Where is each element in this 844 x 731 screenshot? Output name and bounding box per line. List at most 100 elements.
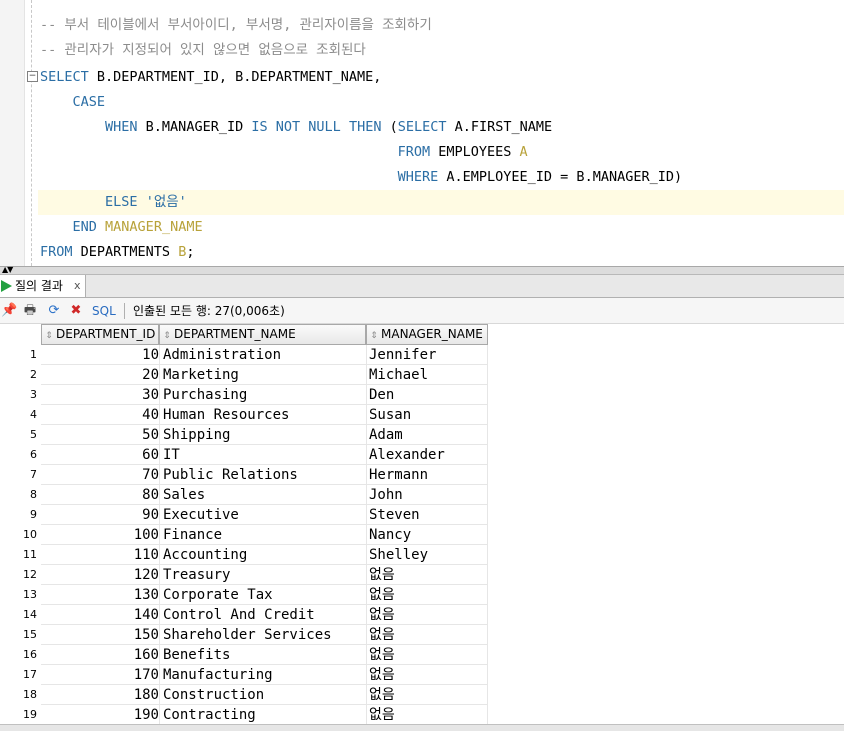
- keyword: FROM: [40, 244, 73, 260]
- cell-department-name[interactable]: Corporate Tax: [159, 585, 366, 605]
- collapse-arrows-icon[interactable]: ▲▼: [2, 265, 13, 274]
- cell-department-name[interactable]: Marketing: [159, 365, 366, 385]
- table-row[interactable]: 4 40 Human Resources Susan: [0, 405, 488, 425]
- delete-icon[interactable]: ✖: [68, 303, 84, 319]
- cell-manager-name[interactable]: Susan: [366, 405, 488, 425]
- cell-department-name[interactable]: Manufacturing: [159, 665, 366, 685]
- cell-department-name[interactable]: Shareholder Services: [159, 625, 366, 645]
- cell-manager-name[interactable]: Nancy: [366, 525, 488, 545]
- cell-department-name[interactable]: Public Relations: [159, 465, 366, 485]
- table-row[interactable]: 5 50 Shipping Adam: [0, 425, 488, 445]
- cell-department-name[interactable]: Control And Credit: [159, 605, 366, 625]
- cell-department-id[interactable]: 90: [41, 505, 159, 525]
- table-row[interactable]: 13 130 Corporate Tax 없음: [0, 585, 488, 605]
- table-row[interactable]: 15 150 Shareholder Services 없음: [0, 625, 488, 645]
- cell-department-id[interactable]: 130: [41, 585, 159, 605]
- cell-department-name[interactable]: IT: [159, 445, 366, 465]
- column-header-manager-name[interactable]: ⇕ MANAGER_NAME: [366, 324, 488, 345]
- column-header-label: DEPARTMENT_NAME: [174, 327, 296, 341]
- print-icon[interactable]: 🖶: [22, 303, 38, 319]
- cell-manager-name[interactable]: 없음: [366, 565, 488, 585]
- sort-icon[interactable]: ⇕: [369, 327, 379, 344]
- cell-manager-name[interactable]: 없음: [366, 625, 488, 645]
- close-tab-icon[interactable]: x: [74, 275, 81, 297]
- cell-manager-name[interactable]: 없음: [366, 705, 488, 724]
- cell-department-name[interactable]: Contracting: [159, 705, 366, 724]
- cell-department-id[interactable]: 180: [41, 685, 159, 705]
- cell-department-id[interactable]: 110: [41, 545, 159, 565]
- cell-department-id[interactable]: 160: [41, 645, 159, 665]
- sort-icon[interactable]: ⇕: [44, 327, 54, 344]
- fetch-status: 인출된 모든 행: 27(0,006초): [133, 304, 285, 318]
- column-header-department-id[interactable]: ⇕ DEPARTMENT_ID: [41, 324, 159, 345]
- cell-department-id[interactable]: 120: [41, 565, 159, 585]
- tab-query-result[interactable]: 질의 결과 x: [0, 275, 86, 297]
- pin-icon[interactable]: 📌: [1, 303, 17, 319]
- table-row[interactable]: 16 160 Benefits 없음: [0, 645, 488, 665]
- cell-manager-name[interactable]: 없음: [366, 685, 488, 705]
- cell-department-id[interactable]: 100: [41, 525, 159, 545]
- cell-department-id[interactable]: 190: [41, 705, 159, 724]
- cell-department-id[interactable]: 20: [41, 365, 159, 385]
- cell-department-id[interactable]: 40: [41, 405, 159, 425]
- cell-manager-name[interactable]: Steven: [366, 505, 488, 525]
- cell-department-id[interactable]: 150: [41, 625, 159, 645]
- cell-manager-name[interactable]: Adam: [366, 425, 488, 445]
- table-row[interactable]: 12 120 Treasury 없음: [0, 565, 488, 585]
- cell-department-name[interactable]: Shipping: [159, 425, 366, 445]
- cell-manager-name[interactable]: Michael: [366, 365, 488, 385]
- cell-department-id[interactable]: 60: [41, 445, 159, 465]
- sql-editor[interactable]: − -- 부서 테이블에서 부서아이디, 부서명, 관리자이름을 조회하기 --…: [0, 0, 844, 266]
- cell-department-id[interactable]: 80: [41, 485, 159, 505]
- refresh-icon[interactable]: ⟳: [46, 303, 62, 319]
- table-row[interactable]: 8 80 Sales John: [0, 485, 488, 505]
- code-line-4: CASE: [40, 90, 106, 115]
- cell-department-name[interactable]: Treasury: [159, 565, 366, 585]
- cell-manager-name[interactable]: John: [366, 485, 488, 505]
- table-row[interactable]: 1 10 Administration Jennifer: [0, 345, 488, 365]
- column-header-department-name[interactable]: ⇕ DEPARTMENT_NAME: [159, 324, 366, 345]
- panel-splitter[interactable]: ▲▼: [0, 265, 844, 275]
- results-grid[interactable]: ⇕ DEPARTMENT_ID ⇕ DEPARTMENT_NAME ⇕ MANAGER…: [0, 324, 844, 724]
- table-row[interactable]: 2 20 Marketing Michael: [0, 365, 488, 385]
- table-row[interactable]: 3 30 Purchasing Den: [0, 385, 488, 405]
- table-row[interactable]: 17 170 Manufacturing 없음: [0, 665, 488, 685]
- fold-collapse-icon[interactable]: −: [27, 71, 38, 82]
- cell-department-name[interactable]: Administration: [159, 345, 366, 365]
- cell-department-id[interactable]: 140: [41, 605, 159, 625]
- cell-manager-name[interactable]: Hermann: [366, 465, 488, 485]
- cell-manager-name[interactable]: 없음: [366, 605, 488, 625]
- cell-department-id[interactable]: 50: [41, 425, 159, 445]
- table-row[interactable]: 19 190 Contracting 없음: [0, 705, 488, 724]
- cell-department-name[interactable]: Construction: [159, 685, 366, 705]
- cell-department-name[interactable]: Benefits: [159, 645, 366, 665]
- cell-manager-name[interactable]: 없음: [366, 645, 488, 665]
- horizontal-scrollbar[interactable]: [0, 724, 844, 731]
- table-row[interactable]: 14 140 Control And Credit 없음: [0, 605, 488, 625]
- cell-manager-name[interactable]: Den: [366, 385, 488, 405]
- table-row[interactable]: 9 90 Executive Steven: [0, 505, 488, 525]
- sort-icon[interactable]: ⇕: [162, 327, 172, 344]
- cell-department-name[interactable]: Accounting: [159, 545, 366, 565]
- cell-department-name[interactable]: Sales: [159, 485, 366, 505]
- cell-manager-name[interactable]: Shelley: [366, 545, 488, 565]
- cell-department-id[interactable]: 30: [41, 385, 159, 405]
- toolbar-divider: [124, 303, 125, 319]
- cell-department-id[interactable]: 10: [41, 345, 159, 365]
- cell-department-name[interactable]: Executive: [159, 505, 366, 525]
- table-row[interactable]: 11 110 Accounting Shelley: [0, 545, 488, 565]
- table-row[interactable]: 6 60 IT Alexander: [0, 445, 488, 465]
- cell-manager-name[interactable]: Jennifer: [366, 345, 488, 365]
- sql-button[interactable]: SQL: [92, 302, 116, 320]
- table-row[interactable]: 10 100 Finance Nancy: [0, 525, 488, 545]
- cell-department-id[interactable]: 70: [41, 465, 159, 485]
- cell-manager-name[interactable]: 없음: [366, 665, 488, 685]
- table-row[interactable]: 7 70 Public Relations Hermann: [0, 465, 488, 485]
- cell-department-name[interactable]: Purchasing: [159, 385, 366, 405]
- cell-department-name[interactable]: Human Resources: [159, 405, 366, 425]
- cell-manager-name[interactable]: 없음: [366, 585, 488, 605]
- table-row[interactable]: 18 180 Construction 없음: [0, 685, 488, 705]
- cell-department-id[interactable]: 170: [41, 665, 159, 685]
- cell-department-name[interactable]: Finance: [159, 525, 366, 545]
- cell-manager-name[interactable]: Alexander: [366, 445, 488, 465]
